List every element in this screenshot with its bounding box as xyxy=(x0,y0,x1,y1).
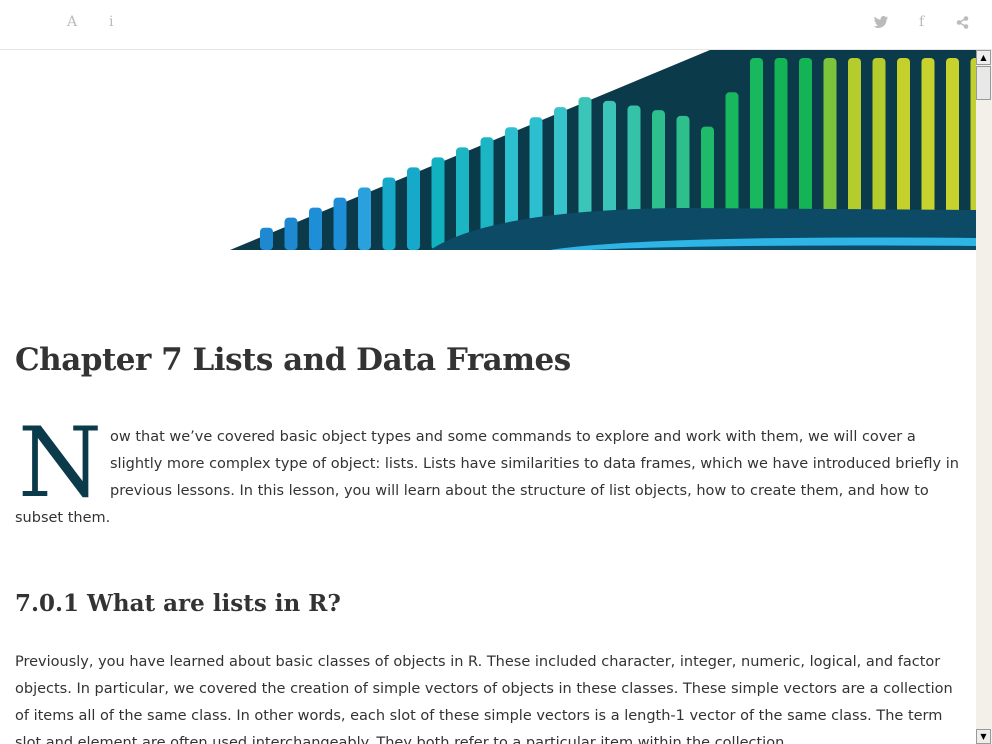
vertical-scrollbar[interactable]: ▲ ▼ xyxy=(976,50,992,744)
top-toolbar: A i f xyxy=(0,0,992,50)
section-paragraph: Previously, you have learned about basic… xyxy=(15,654,953,744)
info-icon[interactable]: i xyxy=(109,14,113,30)
cover-banner-image xyxy=(230,50,976,250)
scroll-up-button[interactable]: ▲ xyxy=(976,50,991,65)
banner-stripe xyxy=(382,177,396,250)
banner-stripe xyxy=(309,207,322,250)
twitter-icon[interactable] xyxy=(873,16,888,32)
scroll-down-button[interactable]: ▼ xyxy=(976,729,991,744)
intro-text: ow that we’ve covered basic object types… xyxy=(15,429,959,526)
section-title: 7.0.1 What are lists in R? xyxy=(15,590,341,617)
page-content: Chapter 7 Lists and Data Frames Now that… xyxy=(0,50,976,744)
intro-paragraph: Now that we’ve covered basic object type… xyxy=(15,407,960,532)
scroll-thumb[interactable] xyxy=(976,66,991,100)
drop-cap: N xyxy=(18,407,102,519)
banner-stripe xyxy=(431,157,445,250)
chapter-title: Chapter 7 Lists and Data Frames xyxy=(15,342,571,378)
font-settings-icon[interactable]: A xyxy=(67,14,77,30)
banner-stripe xyxy=(284,217,298,250)
banner-stripe xyxy=(358,187,371,250)
facebook-icon[interactable]: f xyxy=(919,14,924,30)
banner-stripe xyxy=(260,227,273,250)
banner-stripe xyxy=(333,197,347,250)
banner-stripe xyxy=(407,167,420,250)
share-icon[interactable] xyxy=(956,16,969,33)
